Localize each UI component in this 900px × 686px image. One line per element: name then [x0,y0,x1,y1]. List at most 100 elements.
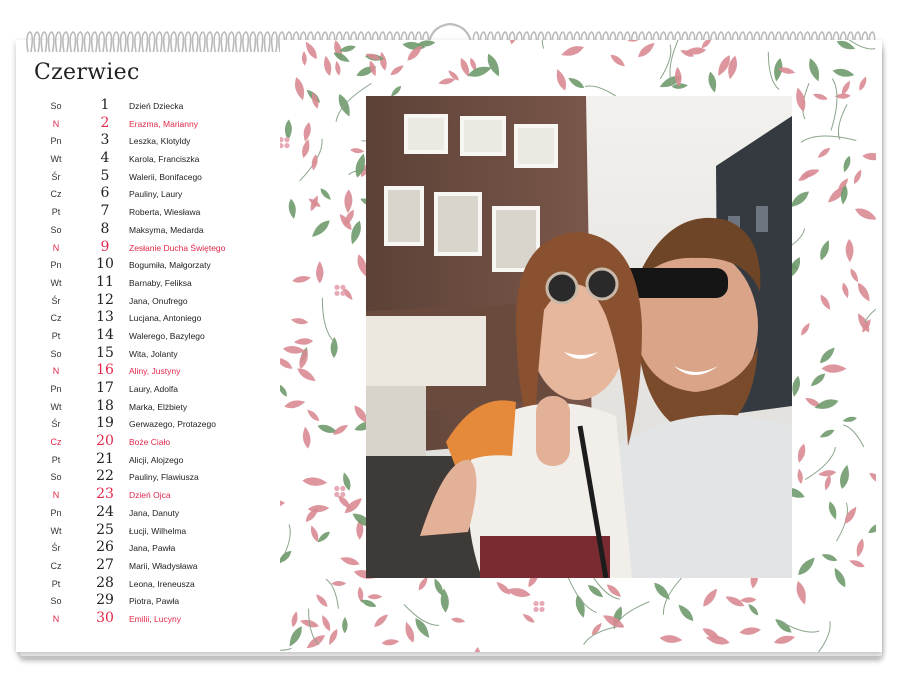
leaf [302,426,311,449]
stem [843,424,865,448]
weekday-abbreviation: Pn [50,260,62,271]
weekday-abbreviation: Cz [50,313,62,324]
leaf [622,40,638,42]
berry [340,485,346,492]
leaf [820,294,831,310]
day-row: So 8 Maksyma, Medarda [16,221,280,240]
leaf [739,597,757,603]
name-day-text: Karola, Franciszka [129,154,200,165]
name-day-text: Walerego, Bazylego [129,330,205,341]
leaf [654,582,670,600]
berry [280,137,284,143]
couple-selfie-photo [366,96,792,578]
leaf [302,477,328,486]
leaf [289,626,302,647]
stem [280,636,292,651]
day-number: 6 [100,185,110,202]
day-number: 1 [100,97,110,113]
leaf [290,318,309,325]
weekday-abbreviation: N [52,118,60,129]
leaf [817,147,831,158]
leaf [850,268,858,283]
stem [813,621,831,652]
leaf [303,122,311,142]
day-row: N 30 Emilii, Lucyny [16,610,280,629]
berry [334,485,340,492]
day-row: Pt 21 Alicji, Alojzego [16,451,280,470]
leaf [773,635,796,644]
leaf [821,364,847,373]
leaf [853,169,862,184]
leaf [331,581,347,587]
weekday-abbreviation: Cz [50,560,62,571]
leaf [284,400,306,409]
leaf [659,635,683,643]
name-day-text: Gerwazego, Protazego [129,419,216,430]
day-row: Pt 28 Leona, Ireneusza [16,575,280,594]
leaf [844,506,857,524]
leaf [810,373,826,387]
leaf [610,54,626,67]
name-day-text: Aliny, Justyny [129,366,181,377]
leaf [858,282,870,302]
day-row: Pn 24 Jana, Danuty [16,504,280,523]
leaf [312,220,330,237]
weekday-abbreviation: Śr [51,171,61,182]
leaf [324,55,332,76]
day-number: 7 [100,203,110,220]
weekday-abbreviation: Pn [50,136,62,147]
stem [837,104,848,140]
day-number: 26 [96,539,114,556]
name-day-text: Dzień Dziecka [129,101,184,111]
day-row: N 2 Erazma, Marianny [16,115,280,134]
leaf [340,557,360,566]
name-day-text: Marii, Władysława [129,560,198,571]
day-number: 18 [96,397,114,414]
leaf [297,368,316,382]
day-number: 9 [100,238,110,255]
leaf [342,616,348,634]
day-number: 11 [96,273,114,290]
name-day-text: Roberta, Wiesława [129,207,201,218]
berry [334,284,340,290]
day-number: 14 [96,326,114,343]
day-row: Śr 26 Jana, Pawła [16,539,280,558]
leaf [797,468,803,484]
day-number: 3 [100,132,110,149]
leaf [405,621,415,643]
weekday-abbreviation: Cz [50,189,62,200]
stem [321,297,336,344]
day-row: So 22 Pauliny, Flawiusza [16,468,280,487]
leaf [344,189,353,214]
leaf [868,522,876,534]
leaf [487,53,500,77]
leaf [708,71,717,93]
weekday-abbreviation: Wt [50,401,62,412]
name-day-text: Jana, Danuty [129,507,180,518]
day-list: So 1 Dzień Dziecka N 2 Erazma, Marianny Pn 3 Les… [16,97,280,629]
day-row: So 15 Wita, Jolanty [16,345,280,364]
name-day-text: Pauliny, Laury [129,189,183,200]
day-number: 17 [96,380,114,396]
stem [541,40,555,49]
month-panel: Czerwiec So 1 Dzień Dziecka N 2 Erazma, Maria… [16,40,280,652]
day-number: 12 [96,291,114,308]
stem [800,135,857,143]
leaf [854,208,876,220]
day-row: So 29 Piotra, Pawła [16,592,280,611]
leaf [322,615,331,632]
leaf [798,557,815,576]
leaf [818,470,837,477]
name-day-text: Leszka, Klotyldy [129,136,191,147]
berry [334,290,340,296]
leaf [591,622,602,636]
leaf [473,647,481,652]
leaf [739,627,761,635]
leaf [841,80,850,95]
day-row: Pt 14 Walerego, Bazylego [16,326,280,346]
name-day-text: Wita, Jolanty [129,348,178,359]
leaf [280,357,293,369]
day-number: 4 [100,150,110,167]
berry [340,491,346,498]
name-day-text: Maksyma, Medarda [129,224,204,235]
